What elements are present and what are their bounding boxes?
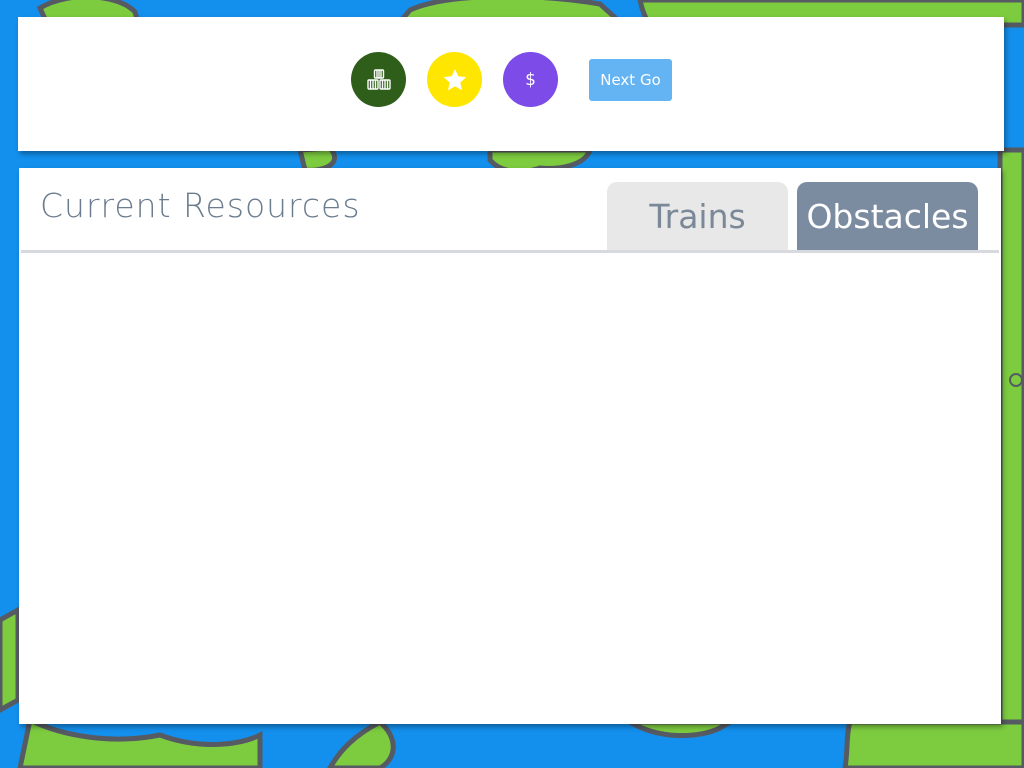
tab-trains-label: Trains — [649, 196, 746, 236]
cargo-crates-icon — [366, 68, 391, 90]
resource-list — [19, 254, 1001, 724]
next-go-button[interactable]: Next Go — [589, 59, 672, 101]
star-resource-button[interactable] — [427, 52, 482, 107]
dollar-icon: $ — [525, 69, 536, 90]
resources-panel: Current Resources Trains Obstacles — [19, 168, 1001, 724]
tab-obstacles-label: Obstacles — [806, 196, 969, 236]
panel-title: Current Resources — [40, 186, 361, 225]
star-icon — [443, 68, 466, 90]
tab-obstacles[interactable]: Obstacles — [797, 182, 978, 250]
tab-trains[interactable]: Trains — [607, 182, 788, 250]
tab-divider — [21, 250, 999, 253]
resource-toolbar: $ Next Go — [18, 17, 1004, 151]
money-resource-button[interactable]: $ — [503, 52, 558, 107]
cargo-resource-button[interactable] — [351, 52, 406, 107]
